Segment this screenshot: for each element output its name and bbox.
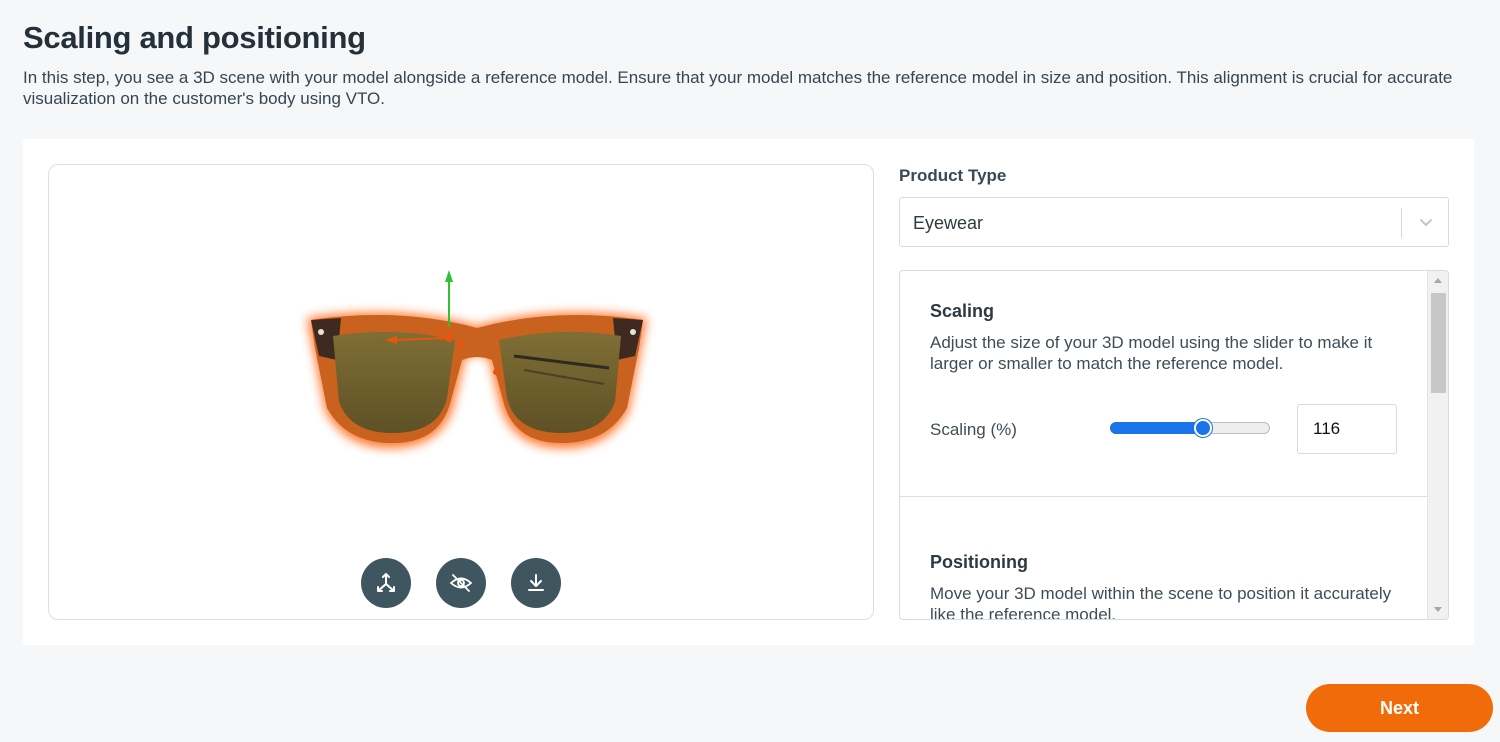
scaling-slider[interactable] — [1110, 419, 1270, 437]
slider-thumb[interactable] — [1193, 419, 1212, 437]
positioning-title: Positioning — [930, 552, 1028, 572]
scroll-thumb[interactable] — [1431, 293, 1446, 393]
editor-card: Product Type Eyewear Scaling Adjust the … — [23, 139, 1474, 645]
chevron-down-icon — [1420, 219, 1432, 226]
slider-fill — [1110, 422, 1203, 434]
scroll-up-arrow-icon[interactable] — [1434, 278, 1442, 283]
scaling-input[interactable] — [1297, 404, 1397, 454]
scaling-description: Adjust the size of your 3D model using t… — [930, 333, 1373, 373]
scaling-field-label: Scaling (%) — [930, 420, 1017, 439]
product-type-label: Product Type — [899, 166, 1007, 185]
axis-gizmo-icon — [377, 573, 395, 592]
axis-gizmo-button[interactable] — [361, 558, 411, 608]
hide-reference-button[interactable] — [436, 558, 486, 608]
model-viewer[interactable] — [48, 164, 874, 620]
scroll-down-arrow-icon[interactable] — [1434, 607, 1442, 612]
download-button[interactable] — [511, 558, 561, 608]
product-type-select[interactable]: Eyewear — [899, 197, 1449, 247]
scaling-title: Scaling — [930, 301, 995, 321]
section-divider — [900, 496, 1427, 497]
adjustment-panel-content: Scaling Adjust the size of your 3D model… — [900, 271, 1427, 620]
select-separator — [1401, 208, 1402, 238]
page-description: In this step, you see a 3D scene with yo… — [23, 68, 1453, 108]
download-icon — [528, 574, 544, 591]
page-title: Scaling and positioning — [23, 20, 366, 55]
next-button[interactable]: Next — [1306, 684, 1493, 732]
panel-scrollbar[interactable] — [1427, 271, 1448, 619]
eyewear-model[interactable] — [289, 260, 669, 480]
scaling-control: Scaling (%) — [930, 404, 1400, 454]
viewer-toolbar — [361, 558, 561, 608]
product-type-value: Eyewear — [913, 213, 984, 233]
eye-off-icon — [449, 574, 473, 592]
positioning-section: Positioning Move your 3D model within th… — [930, 552, 1400, 620]
positioning-description: Move your 3D model within the scene to p… — [930, 584, 1392, 620]
scaling-section: Scaling Adjust the size of your 3D model… — [930, 301, 1400, 374]
adjustment-panel[interactable]: Scaling Adjust the size of your 3D model… — [899, 270, 1449, 620]
